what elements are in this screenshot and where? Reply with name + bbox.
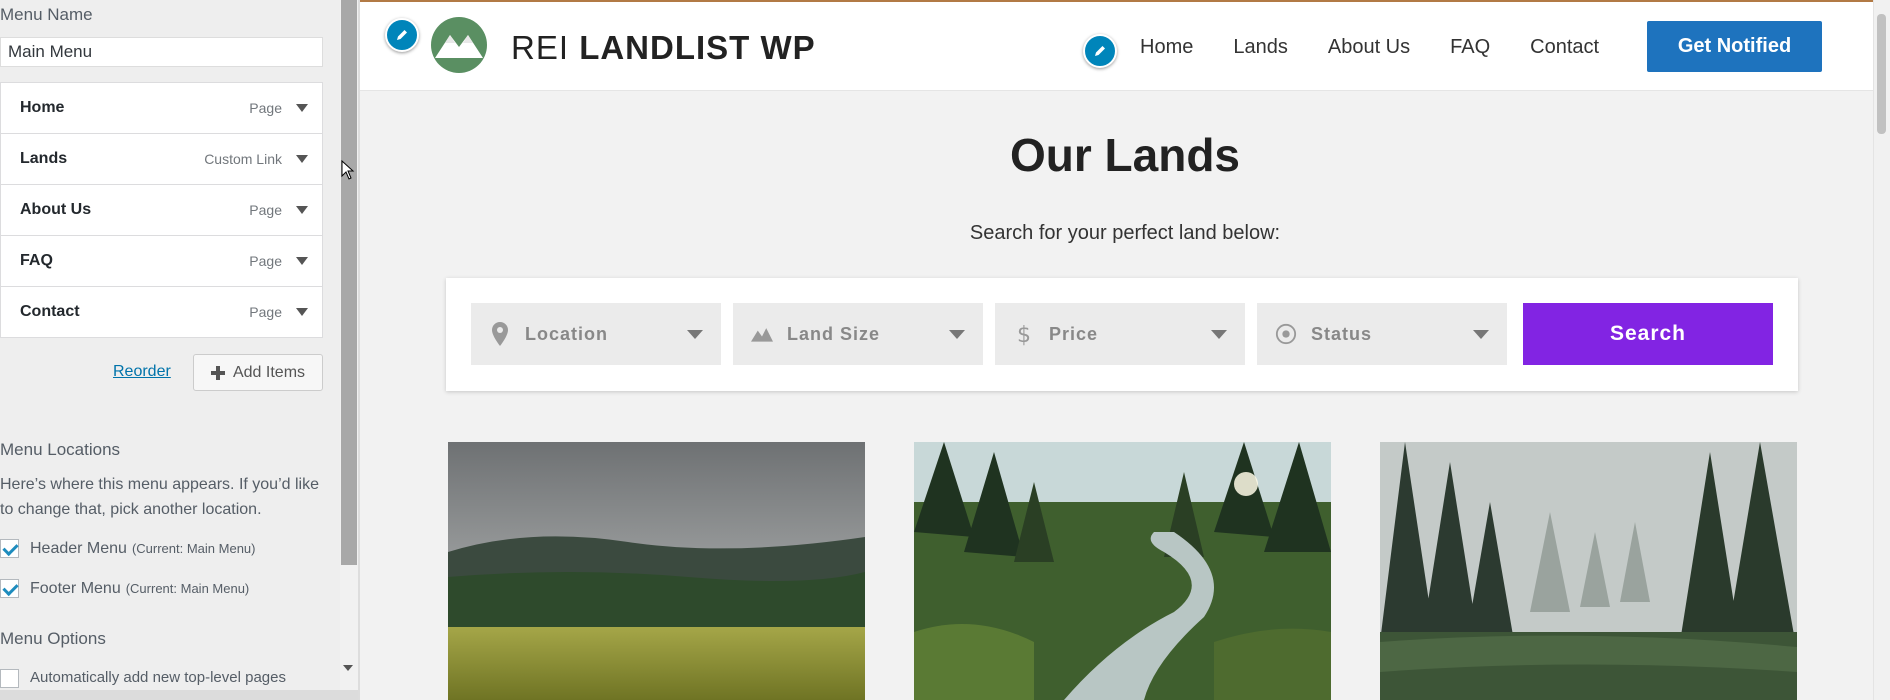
edit-menu-shortcut[interactable] bbox=[1083, 34, 1117, 68]
filter-label: Land Size bbox=[787, 323, 881, 344]
mountain-icon bbox=[751, 325, 773, 343]
menu-items-list: Home Page Lands Custom Link About Us Pag… bbox=[0, 82, 323, 338]
menu-item-lands[interactable]: Lands Custom Link bbox=[0, 134, 323, 185]
menu-options-heading: Menu Options bbox=[0, 629, 106, 648]
site-title-light: REI bbox=[511, 29, 570, 66]
expand-arrow-icon[interactable] bbox=[296, 104, 308, 112]
nav-about-us[interactable]: About Us bbox=[1328, 36, 1410, 59]
nav-contact[interactable]: Contact bbox=[1530, 36, 1599, 59]
filter-label: Status bbox=[1311, 323, 1373, 344]
customizer-sidebar: Menu Name Home Page Lands Custom Link Ab… bbox=[0, 0, 340, 700]
meadow-image bbox=[448, 442, 865, 700]
filter-label: Price bbox=[1049, 323, 1099, 344]
expand-arrow-icon[interactable] bbox=[296, 257, 308, 265]
sidebar-scrollbar[interactable] bbox=[341, 0, 357, 565]
add-items-button[interactable]: Add Items bbox=[193, 354, 323, 391]
menu-item-title: Home bbox=[20, 99, 65, 116]
land-size-filter[interactable]: Land Size bbox=[733, 303, 983, 365]
land-card-foggy-forest-photo[interactable] bbox=[1380, 442, 1797, 700]
location-label: Header Menu bbox=[30, 539, 127, 557]
reorder-link[interactable]: Reorder bbox=[113, 363, 171, 381]
dollar-icon: $ bbox=[1013, 322, 1035, 346]
menu-locations-heading: Menu Locations bbox=[0, 440, 121, 459]
chevron-down-icon bbox=[687, 329, 703, 339]
site-title[interactable]: REI LANDLIST WP bbox=[511, 29, 816, 67]
add-items-label: Add Items bbox=[232, 363, 306, 381]
menu-item-type: Custom Link bbox=[204, 151, 282, 167]
nav-faq[interactable]: FAQ bbox=[1450, 36, 1490, 59]
expand-arrow-icon[interactable] bbox=[296, 308, 308, 316]
chevron-down-icon bbox=[1473, 329, 1489, 339]
menu-locations-description: Here’s where this menu appears. If you’d… bbox=[0, 476, 319, 518]
location-current: (Current: Main Menu) bbox=[125, 581, 250, 596]
scroll-down-arrow-icon[interactable] bbox=[343, 665, 353, 671]
menu-item-title: Contact bbox=[20, 303, 80, 320]
menu-item-home[interactable]: Home Page bbox=[0, 83, 323, 134]
menu-item-type: Page bbox=[249, 202, 282, 218]
map-pin-icon bbox=[489, 322, 511, 346]
auto-add-checkbox[interactable] bbox=[0, 669, 19, 688]
menu-item-title: About Us bbox=[20, 201, 92, 218]
location-filter[interactable]: Location bbox=[471, 303, 721, 365]
location-label: Footer Menu bbox=[30, 579, 121, 597]
menu-name-input[interactable] bbox=[0, 37, 323, 67]
nav-lands[interactable]: Lands bbox=[1233, 36, 1288, 59]
main-navigation: Home Lands About Us FAQ Contact bbox=[1140, 36, 1599, 59]
menu-item-type: Page bbox=[249, 100, 282, 116]
page-subtitle: Search for your perfect land below: bbox=[969, 222, 1281, 244]
land-card-river-photo[interactable] bbox=[914, 442, 1331, 700]
expand-arrow-icon[interactable] bbox=[296, 155, 308, 163]
location-footer-menu: Footer Menu (Current: Main Menu) bbox=[0, 579, 249, 598]
edit-logo-shortcut[interactable] bbox=[385, 18, 419, 52]
pencil-icon bbox=[397, 30, 407, 40]
menu-item-about-us[interactable]: About Us Page bbox=[0, 185, 323, 236]
page-title: Our Lands bbox=[1009, 129, 1241, 181]
menu-item-title: FAQ bbox=[20, 252, 53, 269]
chevron-down-icon bbox=[949, 329, 965, 339]
plus-icon bbox=[210, 365, 225, 380]
land-search-form: Location Land Size $ Price Status Search bbox=[446, 278, 1798, 391]
target-icon bbox=[1275, 322, 1297, 346]
sidebar-footer bbox=[0, 690, 358, 700]
menu-item-contact[interactable]: Contact Page bbox=[0, 287, 323, 338]
pencil-icon bbox=[1095, 46, 1105, 56]
menu-item-type: Page bbox=[249, 253, 282, 269]
menu-item-title: Lands bbox=[20, 150, 68, 167]
status-filter[interactable]: Status bbox=[1257, 303, 1507, 365]
chevron-down-icon bbox=[1211, 329, 1227, 339]
nav-home[interactable]: Home bbox=[1140, 36, 1193, 59]
menu-name-label: Menu Name bbox=[0, 5, 93, 24]
foggy-forest-image bbox=[1380, 442, 1797, 700]
land-card-meadow-photo[interactable] bbox=[448, 442, 865, 700]
site-header: REI LANDLIST WP Home Lands About Us FAQ … bbox=[360, 0, 1890, 91]
search-button[interactable]: Search bbox=[1523, 303, 1773, 365]
menu-item-faq[interactable]: FAQ Page bbox=[0, 236, 323, 287]
mountain-logo-icon bbox=[431, 17, 487, 73]
expand-arrow-icon[interactable] bbox=[296, 206, 308, 214]
filter-label: Location bbox=[525, 323, 608, 344]
site-title-bold: LANDLIST WP bbox=[579, 29, 816, 66]
river-forest-image bbox=[914, 442, 1331, 700]
preview-scroll-thumb[interactable] bbox=[1877, 14, 1886, 134]
get-notified-button[interactable]: Get Notified bbox=[1647, 21, 1822, 72]
location-header-menu: Header Menu (Current: Main Menu) bbox=[0, 539, 256, 558]
svg-text:$: $ bbox=[1017, 323, 1031, 346]
header-menu-checkbox[interactable] bbox=[0, 539, 19, 558]
mouse-cursor-icon bbox=[341, 160, 355, 180]
site-preview: REI LANDLIST WP Home Lands About Us FAQ … bbox=[358, 0, 1890, 700]
price-filter[interactable]: $ Price bbox=[995, 303, 1245, 365]
auto-add-label: Automatically add new top-level pages bbox=[30, 669, 286, 686]
menu-item-type: Page bbox=[249, 304, 282, 320]
location-current: (Current: Main Menu) bbox=[131, 541, 256, 556]
footer-menu-checkbox[interactable] bbox=[0, 579, 19, 598]
